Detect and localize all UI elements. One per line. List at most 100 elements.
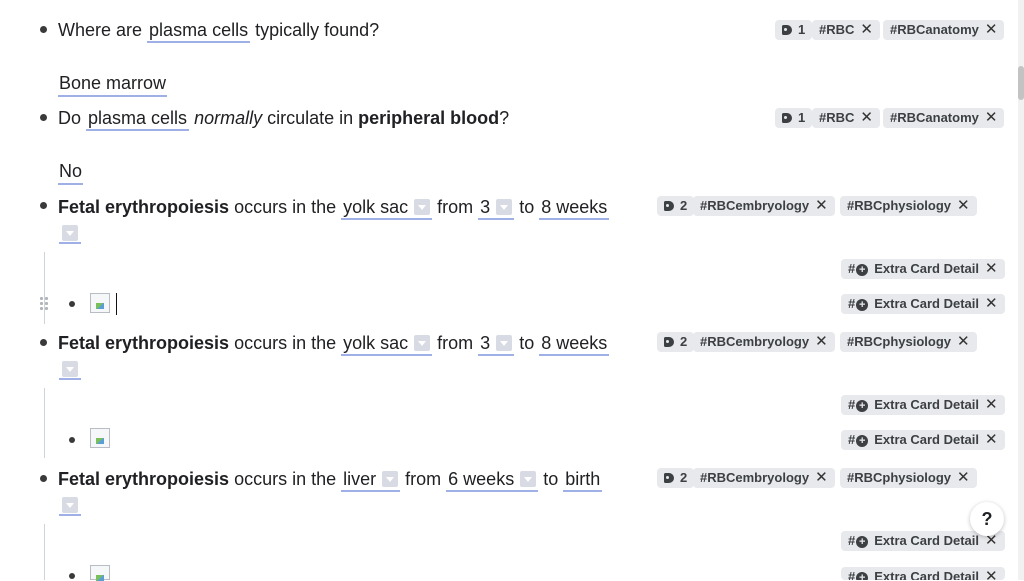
tag-count-badge[interactable]: 2 bbox=[657, 468, 695, 488]
chevron-down-icon[interactable] bbox=[62, 361, 78, 377]
chevron-down-icon[interactable] bbox=[414, 199, 431, 216]
bullet[interactable] bbox=[40, 475, 47, 482]
remove-tag-icon[interactable]: ✕ bbox=[985, 20, 998, 40]
chevron-down-icon[interactable] bbox=[382, 471, 399, 488]
drag-handle-icon[interactable] bbox=[39, 296, 49, 312]
card-answer[interactable]: No bbox=[58, 159, 84, 185]
child-guide-line bbox=[44, 252, 45, 324]
question-text: ? bbox=[499, 108, 510, 128]
bullet[interactable] bbox=[40, 202, 47, 209]
remove-tag-icon[interactable]: ✕ bbox=[985, 259, 998, 279]
tag-icon bbox=[782, 113, 792, 123]
cloze-deletion[interactable]: plasma cells bbox=[86, 107, 190, 131]
cloze-dropdown[interactable] bbox=[59, 496, 81, 516]
tag-label: #RBCanatomy bbox=[890, 110, 979, 125]
cloze-dropdown[interactable]: liver bbox=[341, 468, 401, 492]
chevron-down-icon[interactable] bbox=[414, 335, 431, 352]
remove-tag-icon[interactable]: ✕ bbox=[860, 20, 873, 40]
cloze-dropdown[interactable]: yolk sac bbox=[341, 332, 433, 356]
bold-text: Fetal erythropoiesis bbox=[58, 469, 230, 489]
extra-card-detail-tag[interactable]: # + Extra Card Detail ✕ bbox=[841, 567, 1005, 580]
bullet[interactable] bbox=[40, 114, 47, 121]
chevron-down-icon[interactable] bbox=[496, 335, 513, 352]
tag-count: 2 bbox=[680, 198, 688, 213]
chevron-down-icon[interactable] bbox=[496, 199, 513, 216]
extra-card-detail-tag[interactable]: # + Extra Card Detail ✕ bbox=[841, 395, 1005, 415]
scrollbar-thumb[interactable] bbox=[1018, 66, 1024, 100]
tag-count-badge[interactable]: 1 bbox=[775, 108, 813, 128]
extra-card-detail-tag[interactable]: # + Extra Card Detail ✕ bbox=[841, 259, 1005, 279]
bullet[interactable] bbox=[40, 339, 47, 346]
tag-chip[interactable]: #RBC ✕ bbox=[812, 20, 880, 40]
question-text: occurs in the bbox=[229, 333, 342, 353]
broken-image-icon[interactable] bbox=[90, 293, 110, 313]
tag-icon bbox=[664, 201, 674, 211]
cloze-deletion[interactable]: 8 weeks bbox=[539, 332, 610, 356]
cloze-dropdown[interactable]: 6 weeks bbox=[446, 468, 539, 492]
remove-tag-icon[interactable]: ✕ bbox=[985, 430, 998, 450]
card-answer[interactable]: Bone marrow bbox=[58, 71, 168, 97]
card-question[interactable]: Fetal erythropoiesis occurs in the yolk … bbox=[58, 195, 610, 220]
tag-count: 2 bbox=[680, 470, 688, 485]
remove-tag-icon[interactable]: ✕ bbox=[860, 108, 873, 128]
tag-label: #RBCphysiology bbox=[847, 198, 952, 213]
question-text: from bbox=[432, 333, 479, 353]
plus-circle-icon: + bbox=[856, 299, 869, 311]
tag-chip[interactable]: #RBCanatomy ✕ bbox=[883, 20, 1005, 40]
extra-card-detail-tag[interactable]: # + Extra Card Detail ✕ bbox=[841, 430, 1005, 450]
cloze-deletion[interactable]: 8 weeks bbox=[539, 196, 610, 220]
question-text: to bbox=[538, 469, 564, 489]
bullet[interactable] bbox=[40, 26, 47, 33]
bullet[interactable] bbox=[69, 573, 75, 579]
tag-chip[interactable]: #RBCphysiology ✕ bbox=[840, 468, 977, 488]
tag-chip[interactable]: #RBCembryology ✕ bbox=[693, 332, 835, 352]
remove-tag-icon[interactable]: ✕ bbox=[985, 108, 998, 128]
help-button[interactable]: ? bbox=[970, 502, 1004, 536]
tag-chip[interactable]: #RBCphysiology ✕ bbox=[840, 332, 977, 352]
vertical-scrollbar[interactable] bbox=[1018, 0, 1024, 580]
tag-chip[interactable]: #RBCphysiology ✕ bbox=[840, 196, 977, 216]
cloze-deletion[interactable]: birth bbox=[563, 468, 603, 492]
cloze-deletion[interactable]: plasma cells bbox=[147, 19, 251, 43]
remove-tag-icon[interactable]: ✕ bbox=[957, 196, 970, 216]
cloze-dropdown[interactable] bbox=[59, 360, 81, 380]
tag-count-badge[interactable]: 2 bbox=[657, 332, 695, 352]
remove-tag-icon[interactable]: ✕ bbox=[815, 468, 828, 488]
chevron-down-icon[interactable] bbox=[62, 225, 78, 241]
remove-tag-icon[interactable]: ✕ bbox=[985, 395, 998, 415]
broken-image-icon[interactable] bbox=[90, 565, 110, 581]
tag-chip[interactable]: #RBCembryology ✕ bbox=[693, 468, 835, 488]
remove-tag-icon[interactable]: ✕ bbox=[957, 332, 970, 352]
remove-tag-icon[interactable]: ✕ bbox=[985, 567, 998, 580]
bullet[interactable] bbox=[69, 437, 75, 443]
broken-image-icon[interactable] bbox=[90, 428, 110, 448]
question-text: to bbox=[514, 197, 540, 217]
cloze-dropdown[interactable]: yolk sac bbox=[341, 196, 433, 220]
card-question[interactable]: Fetal erythropoiesis occurs in the yolk … bbox=[58, 331, 610, 356]
card-question[interactable]: Do plasma cells normally circulate in pe… bbox=[58, 106, 509, 131]
remove-tag-icon[interactable]: ✕ bbox=[985, 294, 998, 314]
remove-tag-icon[interactable]: ✕ bbox=[815, 196, 828, 216]
cloze-dropdown[interactable]: 3 bbox=[478, 332, 515, 356]
chevron-down-icon[interactable] bbox=[520, 471, 537, 488]
bullet[interactable] bbox=[69, 301, 75, 307]
tag-label: Extra Card Detail bbox=[874, 569, 979, 580]
tag-chip[interactable]: #RBCanatomy ✕ bbox=[883, 108, 1005, 128]
tag-chip[interactable]: #RBC ✕ bbox=[812, 108, 880, 128]
tag-chip[interactable]: #RBCembryology ✕ bbox=[693, 196, 835, 216]
remove-tag-icon[interactable]: ✕ bbox=[815, 332, 828, 352]
remove-tag-icon[interactable]: ✕ bbox=[957, 468, 970, 488]
question-text: occurs in the bbox=[229, 197, 342, 217]
extra-card-detail-tag[interactable]: # + Extra Card Detail ✕ bbox=[841, 294, 1005, 314]
cloze-dropdown[interactable] bbox=[59, 224, 81, 244]
question-text: occurs in the bbox=[229, 469, 342, 489]
italic-text: normally bbox=[194, 108, 263, 128]
cloze-dropdown[interactable]: 3 bbox=[478, 196, 515, 220]
tag-count-badge[interactable]: 1 bbox=[775, 20, 813, 40]
tag-label: Extra Card Detail bbox=[874, 296, 979, 311]
chevron-down-icon[interactable] bbox=[62, 497, 78, 513]
card-question[interactable]: Where are plasma cells typically found? bbox=[58, 18, 379, 43]
tag-count-badge[interactable]: 2 bbox=[657, 196, 695, 216]
card-question[interactable]: Fetal erythropoiesis occurs in the liver… bbox=[58, 467, 603, 492]
child-guide-line bbox=[44, 388, 45, 458]
